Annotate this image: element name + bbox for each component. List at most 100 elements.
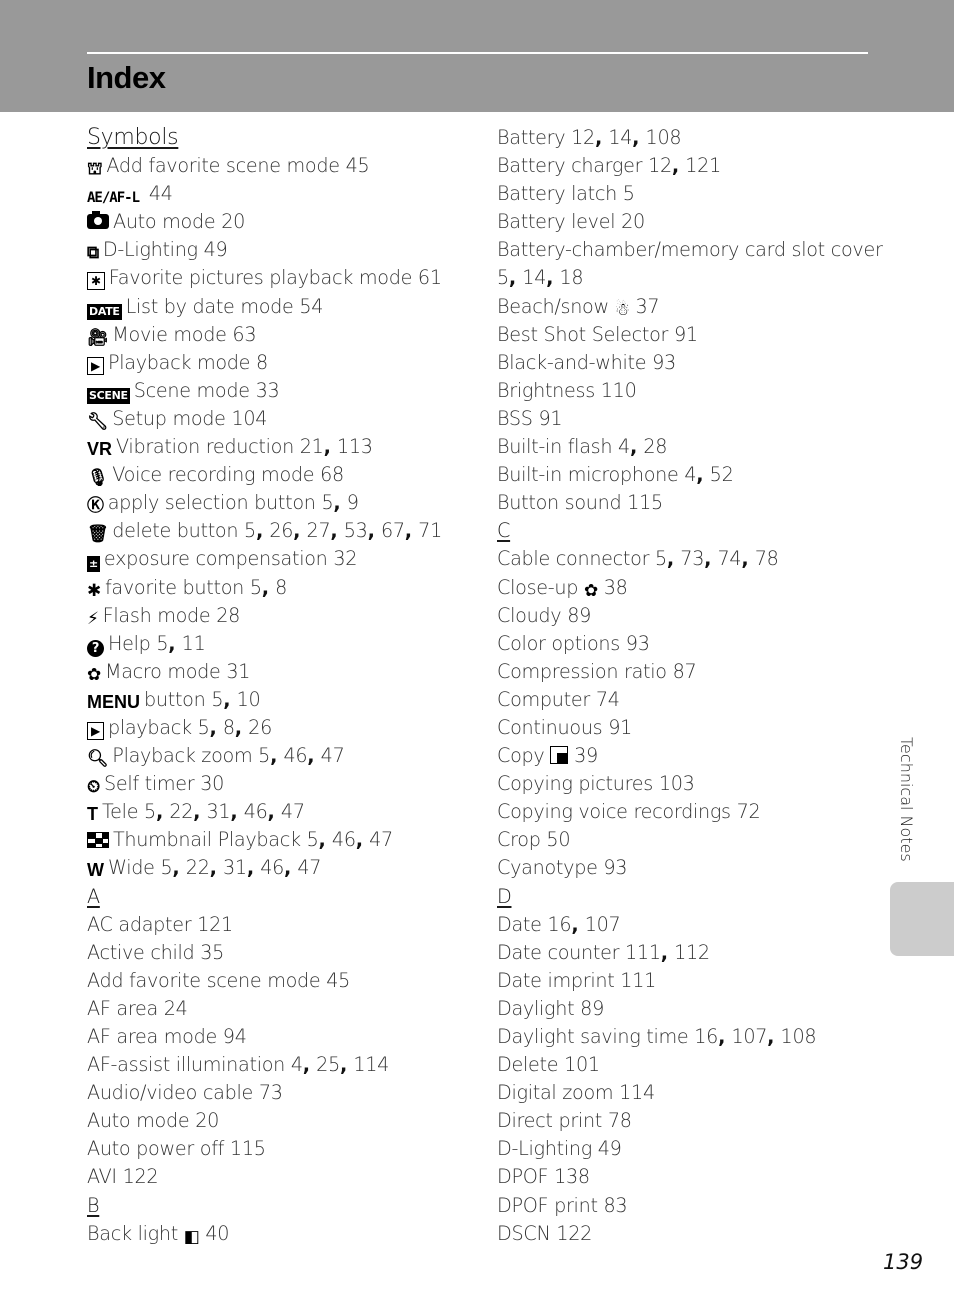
index-entry[interactable]: Delete 101 bbox=[497, 1051, 877, 1079]
page-link[interactable]: 78 bbox=[608, 1109, 632, 1132]
index-entry[interactable]: Date 16, 107 bbox=[497, 911, 877, 939]
page-link[interactable]: 110 bbox=[601, 379, 637, 402]
page-link[interactable]: 74 bbox=[596, 688, 620, 711]
index-entry[interactable]: Date counter 111, 112 bbox=[497, 939, 877, 967]
page-link[interactable]: 122 bbox=[556, 1222, 592, 1245]
index-entry[interactable]: Built-in microphone 4, 52 bbox=[497, 461, 877, 489]
page-link[interactable]: 47 bbox=[321, 744, 345, 767]
page-link[interactable]: 16 bbox=[547, 913, 571, 936]
index-entry[interactable]: Battery-chamber/memory card slot cover bbox=[497, 236, 883, 264]
page-link[interactable]: 103 bbox=[659, 772, 695, 795]
page-link[interactable]: 78 bbox=[755, 547, 779, 570]
page-link[interactable]: 61 bbox=[418, 266, 442, 289]
page-link[interactable]: 20 bbox=[195, 1109, 219, 1132]
index-entry[interactable]: Copying voice recordings 72 bbox=[497, 798, 877, 826]
section-thumb-tab[interactable] bbox=[890, 882, 954, 956]
page-link[interactable]: 115 bbox=[230, 1137, 266, 1160]
index-entry[interactable]: Best Shot Selector 91 bbox=[497, 321, 877, 349]
page-link[interactable]: 50 bbox=[546, 828, 570, 851]
page-link[interactable]: 5 bbox=[250, 576, 262, 599]
index-entry[interactable]: Direct print 78 bbox=[497, 1107, 877, 1135]
page-link[interactable]: 47 bbox=[297, 856, 321, 879]
index-entry[interactable]: Auto mode 20 bbox=[87, 1107, 477, 1135]
page-link[interactable]: 32 bbox=[333, 547, 357, 570]
page-link[interactable]: 10 bbox=[237, 688, 261, 711]
page-link[interactable]: 74 bbox=[718, 547, 742, 570]
page-link[interactable]: 87 bbox=[673, 660, 697, 683]
index-entry[interactable]: Battery level 20 bbox=[497, 208, 877, 236]
page-link[interactable]: 46 bbox=[332, 828, 356, 851]
page-link[interactable]: 46 bbox=[244, 800, 268, 823]
page-link[interactable]: 40 bbox=[205, 1222, 229, 1245]
page-link[interactable]: 16 bbox=[694, 1025, 718, 1048]
page-link[interactable]: 49 bbox=[598, 1137, 622, 1160]
index-entry[interactable]: Daylight saving time 16, 107, 108 bbox=[497, 1023, 877, 1051]
page-link[interactable]: 114 bbox=[353, 1053, 389, 1076]
page-link[interactable]: 20 bbox=[221, 210, 245, 233]
index-entry[interactable]: Black-and-white 93 bbox=[497, 349, 877, 377]
index-entry[interactable]: AC adapter 121 bbox=[87, 911, 477, 939]
index-entry[interactable]: Brightness 110 bbox=[497, 377, 877, 405]
index-entry[interactable]: T Tele 5, 22, 31, 46, 47 bbox=[87, 798, 477, 826]
page-link[interactable]: 31 bbox=[226, 660, 250, 683]
page-link[interactable]: 72 bbox=[737, 800, 761, 823]
page-link[interactable]: 5 bbox=[211, 688, 223, 711]
page-link[interactable]: 71 bbox=[418, 519, 442, 542]
index-entry[interactable]: Date imprint 111 bbox=[497, 967, 877, 995]
page-link[interactable]: 121 bbox=[197, 913, 233, 936]
page-link[interactable]: 18 bbox=[560, 266, 584, 289]
page-link[interactable]: 68 bbox=[320, 463, 344, 486]
index-entry[interactable]: Built-in flash 4, 28 bbox=[497, 433, 877, 461]
page-link[interactable]: 11 bbox=[182, 632, 206, 655]
page-link[interactable]: 5 bbox=[307, 828, 319, 851]
page-link[interactable]: 104 bbox=[231, 407, 267, 430]
index-entry[interactable]: Cyanotype 93 bbox=[497, 854, 877, 882]
page-link[interactable]: 33 bbox=[256, 379, 280, 402]
page-link[interactable]: 5 bbox=[655, 547, 667, 570]
page-link[interactable]: 94 bbox=[223, 1025, 247, 1048]
index-entry[interactable]: AF area 24 bbox=[87, 995, 477, 1023]
page-link[interactable]: 25 bbox=[316, 1053, 340, 1076]
page-link[interactable]: 107 bbox=[731, 1025, 767, 1048]
index-entry[interactable]: Battery charger 12, 121 bbox=[497, 152, 877, 180]
page-link[interactable]: 27 bbox=[307, 519, 331, 542]
index-entry[interactable]: Battery 12, 14, 108 bbox=[497, 124, 877, 152]
page-link[interactable]: 5 bbox=[198, 716, 210, 739]
page-link[interactable]: 46 bbox=[260, 856, 284, 879]
page-link[interactable]: 21 bbox=[300, 435, 324, 458]
index-entry[interactable]: Back light ◧ 40 bbox=[87, 1220, 477, 1248]
index-entry[interactable]: Auto power off 115 bbox=[87, 1135, 477, 1163]
page-link[interactable]: 8 bbox=[275, 576, 287, 599]
index-entry[interactable]: Crop 50 bbox=[497, 826, 877, 854]
index-entry[interactable]: VR Vibration reduction 21, 113 bbox=[87, 433, 477, 461]
index-entry[interactable]: ⧉ D-Lighting 49 bbox=[87, 236, 477, 264]
index-entry[interactable]: W Wide 5, 22, 31, 46, 47 bbox=[87, 854, 477, 882]
index-entry[interactable]: ▶ playback 5, 8, 26 bbox=[87, 714, 477, 742]
index-entry[interactable]: Button sound 115 bbox=[497, 489, 877, 517]
page-link[interactable]: 122 bbox=[123, 1165, 159, 1188]
page-link[interactable]: 46 bbox=[283, 744, 307, 767]
index-entry[interactable]: Active child 35 bbox=[87, 939, 477, 967]
index-entry[interactable]: D-Lighting 49 bbox=[497, 1135, 877, 1163]
page-link[interactable]: 121 bbox=[685, 154, 721, 177]
index-entry[interactable]: ⛫ Add favorite scene mode 45 bbox=[87, 152, 477, 180]
index-entry[interactable]: ⚡︎ Flash mode 28 bbox=[87, 602, 477, 630]
page-link[interactable]: 93 bbox=[652, 351, 676, 374]
index-entry[interactable]: Audio/video cable 73 bbox=[87, 1079, 477, 1107]
index-entry[interactable]: DPOF print 83 bbox=[497, 1192, 877, 1220]
index-entry[interactable]: Computer 74 bbox=[497, 686, 877, 714]
index-entry[interactable]: AVI 122 bbox=[87, 1163, 477, 1191]
page-link[interactable]: 93 bbox=[603, 856, 627, 879]
index-entry[interactable]: Copying pictures 103 bbox=[497, 770, 877, 798]
index-entry[interactable]: Copy 39 bbox=[497, 742, 877, 770]
index-entry[interactable]: Cloudy 89 bbox=[497, 602, 877, 630]
index-entry[interactable]: Thumbnail Playback 5, 46, 47 bbox=[87, 826, 477, 854]
index-entry[interactable]: Continuous 91 bbox=[497, 714, 877, 742]
page-link[interactable]: 39 bbox=[574, 744, 598, 767]
page-link[interactable]: 107 bbox=[585, 913, 621, 936]
index-entry[interactable]: ▶ Playback mode 8 bbox=[87, 349, 477, 377]
index-entry[interactable]: AE/AF-L 44 bbox=[87, 180, 477, 208]
page-link[interactable]: 108 bbox=[646, 126, 682, 149]
page-link[interactable]: 38 bbox=[604, 576, 628, 599]
page-link[interactable]: 5 bbox=[623, 182, 635, 205]
